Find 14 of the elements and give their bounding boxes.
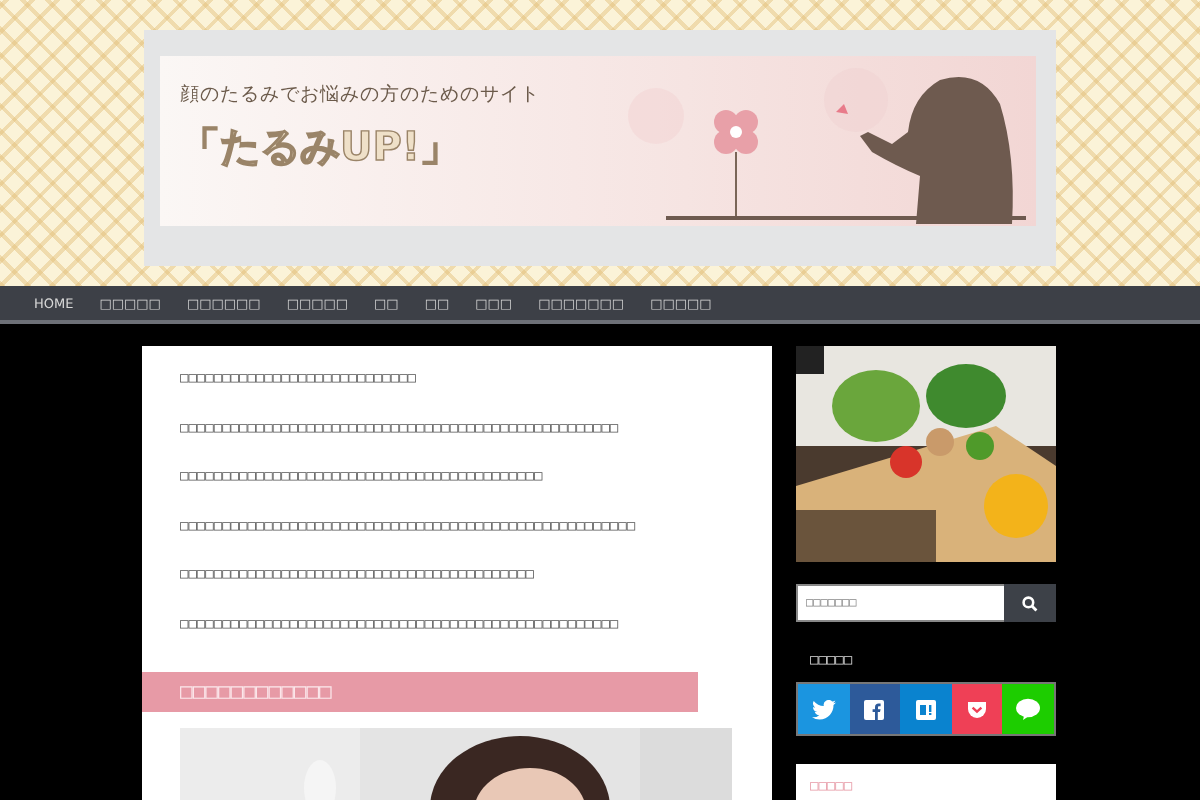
facebook-share-button[interactable] xyxy=(849,684,901,734)
facebook-icon xyxy=(864,699,885,719)
line-share-button[interactable] xyxy=(1002,684,1054,734)
speech-bubble-icon xyxy=(1016,698,1041,720)
twitter-share-button[interactable] xyxy=(798,684,850,734)
bird-icon xyxy=(811,699,836,719)
hatena-share-button[interactable] xyxy=(900,684,952,734)
section-heading: □□□□□□□□□□□□ xyxy=(142,672,698,712)
pocket-icon xyxy=(966,699,989,719)
search-icon xyxy=(1022,595,1038,611)
pocket-share-button[interactable] xyxy=(951,684,1003,734)
hatena-icon xyxy=(915,699,936,719)
site-tagline: 顔のたるみでお悩みの方のためのサイト xyxy=(180,82,540,108)
search-button[interactable] xyxy=(1004,584,1056,622)
